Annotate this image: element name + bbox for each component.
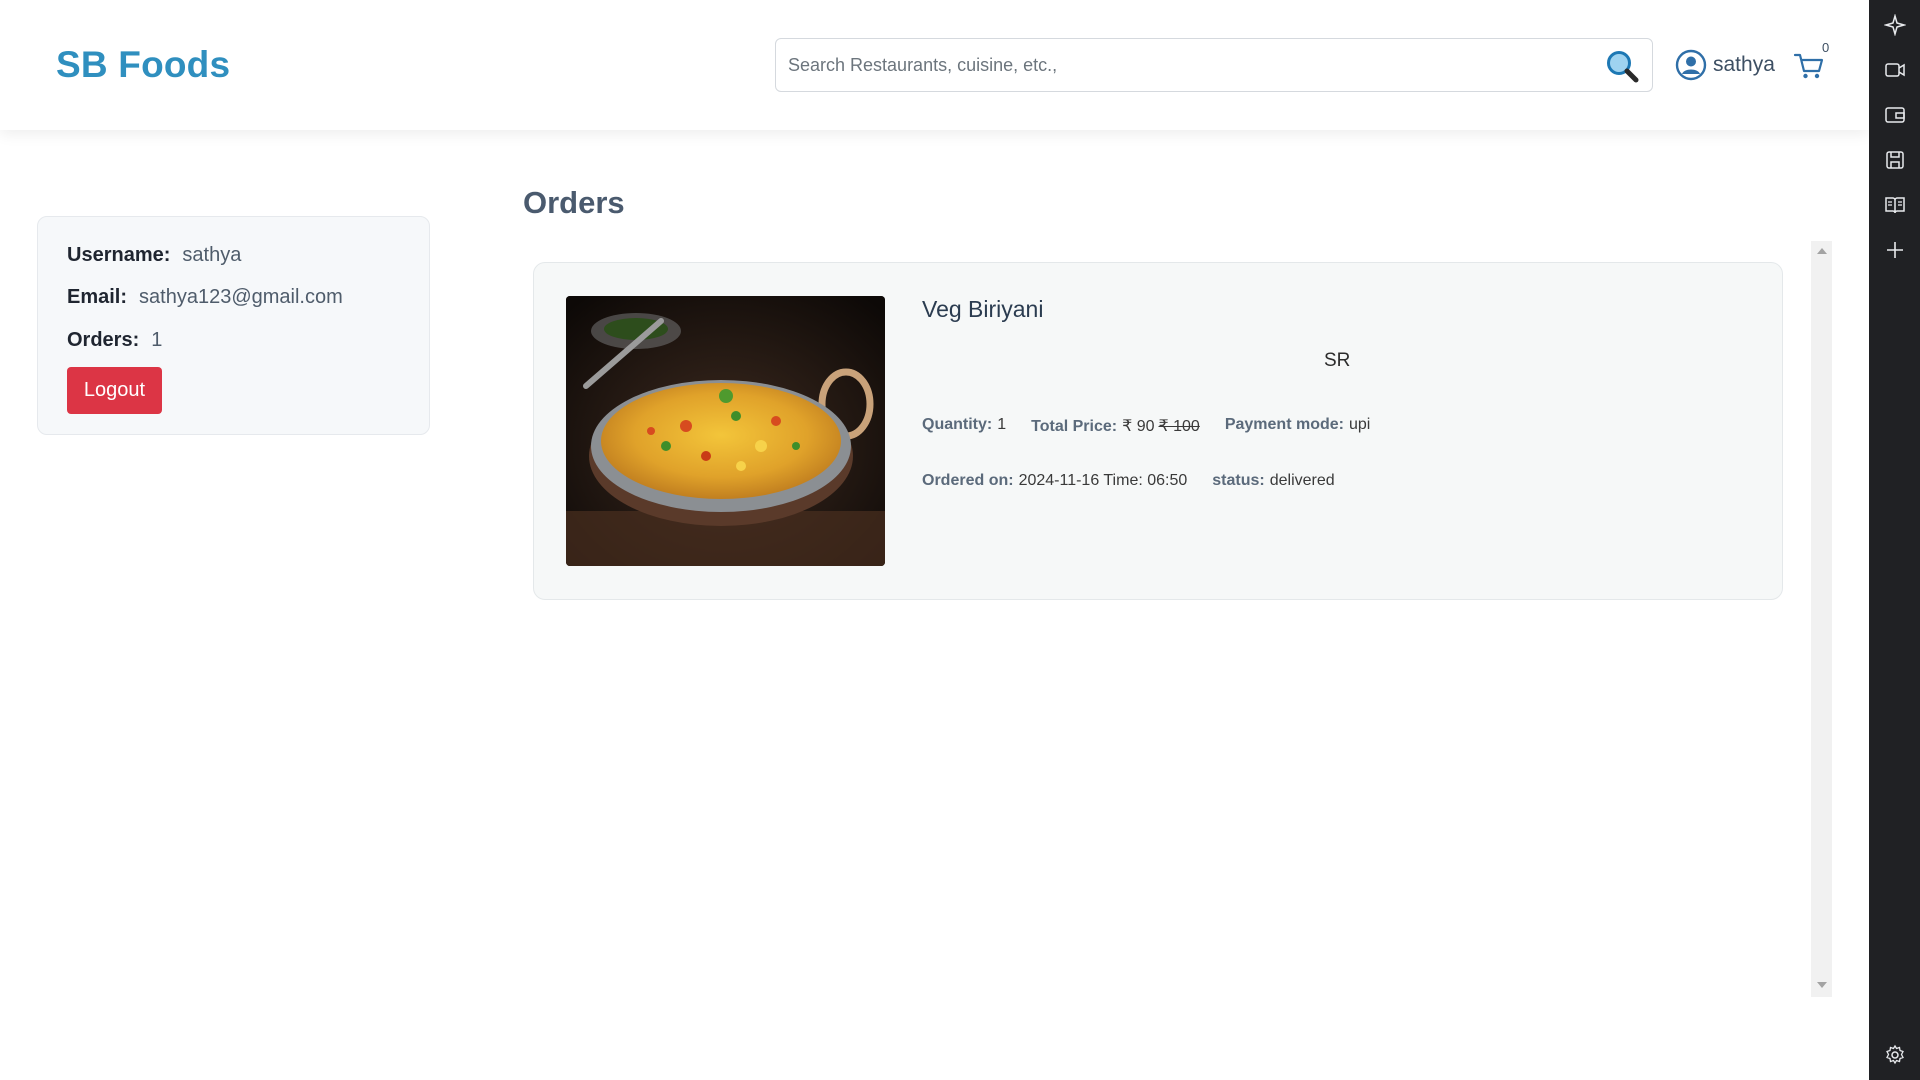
user-circle-icon bbox=[1675, 49, 1707, 81]
order-date: Ordered on: 2024-11-16 Time: 06:50 bbox=[922, 472, 1187, 490]
order-meta-row-2: Ordered on: 2024-11-16 Time: 06:50 status… bbox=[922, 472, 1360, 490]
reader-icon[interactable] bbox=[1884, 194, 1906, 216]
settings-icon[interactable] bbox=[1884, 1044, 1906, 1066]
email-field-label: Email: bbox=[67, 286, 128, 308]
profile-card: Username: sathya Email: sathya123@gmail.… bbox=[37, 216, 430, 435]
orders-scrollbar[interactable] bbox=[1811, 241, 1832, 997]
order-item-name: Veg Biriyani bbox=[922, 296, 1044, 322]
plus-icon[interactable] bbox=[1884, 239, 1906, 261]
payment-mode-label: Payment mode: bbox=[1224, 416, 1344, 433]
username-label: sathya bbox=[1713, 53, 1775, 76]
profile-username-row: Username: sathya bbox=[67, 244, 241, 267]
search-icon[interactable] bbox=[1604, 48, 1640, 84]
sparkle-icon[interactable] bbox=[1884, 14, 1906, 36]
profile-orders-row: Orders: 1 bbox=[67, 329, 162, 352]
order-quantity: Quantity: 1 bbox=[922, 416, 1006, 436]
orders-count-value: 1 bbox=[151, 329, 163, 351]
username-value: sathya bbox=[182, 244, 242, 266]
food-image bbox=[566, 296, 885, 566]
order-meta-row-1: Quantity: 1 Total Price: ₹ 90 ₹ 100 Payment… bbox=[922, 416, 1395, 436]
cart-icon[interactable] bbox=[1793, 50, 1825, 82]
save-icon[interactable] bbox=[1884, 149, 1906, 171]
brand-logo[interactable]: SB Foods bbox=[56, 44, 230, 86]
user-profile-link[interactable]: sathya bbox=[1675, 49, 1775, 81]
wallet-icon[interactable] bbox=[1884, 104, 1906, 126]
ordered-on-label: Ordered on: bbox=[922, 472, 1014, 489]
navbar: SB Foods sathya 0 bbox=[0, 0, 1869, 130]
video-icon[interactable] bbox=[1884, 59, 1906, 81]
old-price-value: ₹ 100 bbox=[1158, 418, 1200, 435]
quantity-label: Quantity: bbox=[922, 416, 993, 433]
scroll-up-arrow-icon[interactable] bbox=[1817, 248, 1827, 254]
logout-button[interactable]: Logout bbox=[67, 367, 162, 414]
quantity-value: 1 bbox=[997, 416, 1007, 433]
browser-side-rail bbox=[1869, 0, 1920, 1080]
search-input[interactable] bbox=[788, 39, 1578, 91]
orders-field-label: Orders: bbox=[67, 329, 140, 351]
ordered-on-value: 2024-11-16 Time: 06:50 bbox=[1018, 472, 1188, 489]
biryani-photo bbox=[566, 296, 885, 566]
order-status: status: delivered bbox=[1212, 472, 1334, 490]
scroll-down-arrow-icon[interactable] bbox=[1817, 982, 1827, 988]
status-label: status: bbox=[1212, 472, 1265, 489]
search-box bbox=[775, 38, 1653, 92]
order-restaurant-name: SR bbox=[1324, 350, 1351, 371]
username-field-label: Username: bbox=[67, 244, 171, 266]
order-card: Veg Biriyani SR Quantity: 1 Total Price: ₹… bbox=[533, 262, 1783, 600]
order-payment-mode: Payment mode: upi bbox=[1225, 416, 1371, 436]
total-price-label: Total Price: bbox=[1031, 418, 1118, 435]
status-value: delivered bbox=[1269, 472, 1335, 489]
payment-mode-value: upi bbox=[1348, 416, 1371, 433]
orders-heading: Orders bbox=[523, 185, 625, 220]
cart-count-badge: 0 bbox=[1822, 40, 1830, 55]
profile-email-row: Email: sathya123@gmail.com bbox=[67, 286, 343, 309]
price-value: ₹ 90 bbox=[1122, 418, 1155, 435]
email-value: sathya123@gmail.com bbox=[139, 286, 343, 308]
order-total-price: Total Price: ₹ 90 ₹ 100 bbox=[1031, 416, 1200, 436]
